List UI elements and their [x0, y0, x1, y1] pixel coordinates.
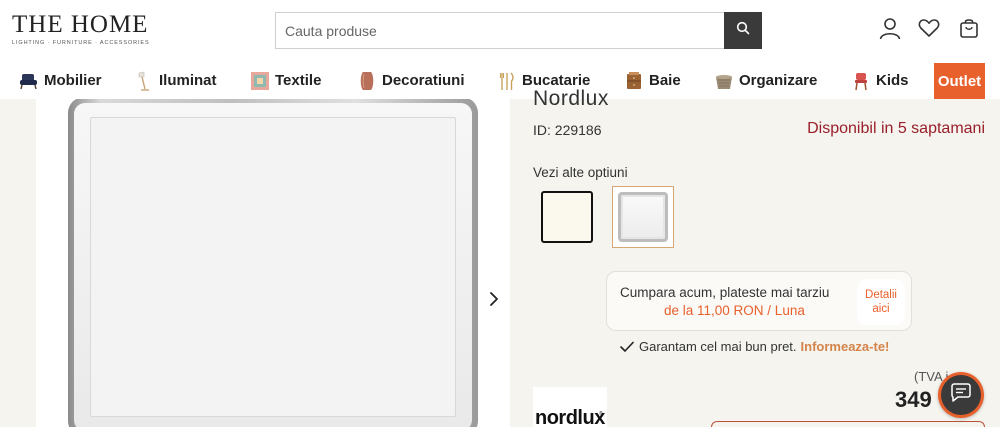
- search-bar: [275, 12, 762, 49]
- bnpl-rate: de la 11,00 RON / Luna: [664, 303, 805, 318]
- options-label: Vezi alte optiuni: [533, 165, 628, 180]
- product-section: Nordlux ID: 229186 Disponibil in 5 sapta…: [0, 87, 1000, 427]
- search-button[interactable]: [724, 12, 762, 49]
- nav-label: Decoratiuni: [382, 72, 465, 89]
- add-to-cart-button[interactable]: [711, 421, 985, 427]
- nav-label: Mobilier: [44, 72, 102, 89]
- nav-item-textile[interactable]: Textile: [250, 62, 321, 99]
- logo-tagline: LIGHTING · FURNITURE · ACCESSORIES: [12, 40, 150, 46]
- nav-item-kids[interactable]: Kids: [851, 62, 909, 99]
- bnpl-details-label: Detalii: [865, 289, 897, 301]
- product-brand-title: Nordlux: [533, 87, 609, 110]
- option-thumbnail: [541, 191, 593, 243]
- kids-chair-icon: [851, 71, 871, 91]
- vase-icon: [357, 71, 377, 91]
- gallery-next-button[interactable]: [484, 289, 504, 313]
- nav-item-outlet[interactable]: Outlet: [934, 63, 985, 99]
- armchair-icon: [19, 71, 39, 91]
- availability-status: Disponibil in 5 saptamani: [807, 120, 985, 137]
- product-price: 349: [895, 387, 932, 412]
- product-info: Nordlux ID: 229186 Disponibil in 5 sapta…: [510, 87, 1000, 427]
- nav-label: Iluminat: [159, 72, 217, 89]
- product-id: ID: 229186: [533, 122, 602, 138]
- option-silver-panel-selected[interactable]: [612, 186, 674, 248]
- logo-title: THE HOME: [12, 11, 149, 38]
- floor-lamp-icon: [134, 71, 154, 91]
- brand-logo-text: nordlux: [535, 407, 605, 427]
- brand-logo[interactable]: nordlux ®: [533, 387, 607, 427]
- category-nav: Mobilier Iluminat Textile Decoratiuni Bu…: [0, 62, 1000, 99]
- shopping-bag-icon: [959, 17, 979, 44]
- nav-label: Kids: [876, 72, 909, 89]
- checkmark-icon: [620, 341, 634, 353]
- search-input[interactable]: [276, 13, 725, 48]
- buy-now-pay-later-box: Cumpara acum, plateste mai tarziu de la …: [606, 271, 912, 331]
- search-icon: [736, 21, 750, 40]
- site-header: THE HOME LIGHTING · FURNITURE · ACCESSOR…: [0, 0, 1000, 60]
- price-guarantee: Garantam cel mai bun pret. Informeaza-te…: [620, 339, 889, 354]
- nav-item-iluminat[interactable]: Iluminat: [134, 62, 217, 99]
- nav-item-baie[interactable]: Baie: [624, 62, 681, 99]
- product-image-diffuser: [90, 117, 456, 417]
- chat-button-inner: [941, 375, 981, 415]
- nav-item-mobilier[interactable]: Mobilier: [19, 62, 102, 99]
- bnpl-details-label-2: aici: [872, 303, 890, 315]
- chevron-right-icon: [488, 291, 500, 312]
- product-gallery[interactable]: [36, 99, 510, 427]
- basket-icon: [714, 71, 734, 91]
- account-button[interactable]: [877, 17, 903, 43]
- option-thumbnail: [618, 192, 668, 242]
- user-icon: [878, 16, 902, 45]
- nav-label: Organizare: [739, 72, 818, 89]
- product-image: [68, 99, 478, 427]
- brand-logo-mark: ®: [599, 411, 603, 417]
- bnpl-details-button[interactable]: Detalii aici: [857, 279, 905, 325]
- heart-icon: [918, 18, 940, 43]
- bnpl-title: Cumpara acum, plateste mai tarziu: [620, 285, 830, 300]
- cutlery-icon: [497, 71, 517, 91]
- textile-rug-icon: [250, 71, 270, 91]
- option-black-panel[interactable]: [536, 186, 598, 248]
- nav-item-organizare[interactable]: Organizare: [714, 62, 817, 99]
- site-logo[interactable]: THE HOME LIGHTING · FURNITURE · ACCESSOR…: [12, 12, 157, 48]
- guarantee-text: Garantam cel mai bun pret.: [639, 339, 797, 354]
- wishlist-button[interactable]: [916, 17, 942, 43]
- product-image-frame: [74, 103, 472, 427]
- chat-button[interactable]: [938, 372, 984, 418]
- guarantee-link[interactable]: Informeaza-te!: [801, 339, 890, 354]
- bathroom-cabinet-icon: [624, 71, 644, 91]
- nav-item-decoratiuni[interactable]: Decoratiuni: [357, 62, 465, 99]
- nav-label: Baie: [649, 72, 681, 89]
- cart-button[interactable]: [956, 17, 982, 43]
- chat-bubble-icon: [950, 382, 972, 408]
- nav-label: Textile: [275, 72, 322, 89]
